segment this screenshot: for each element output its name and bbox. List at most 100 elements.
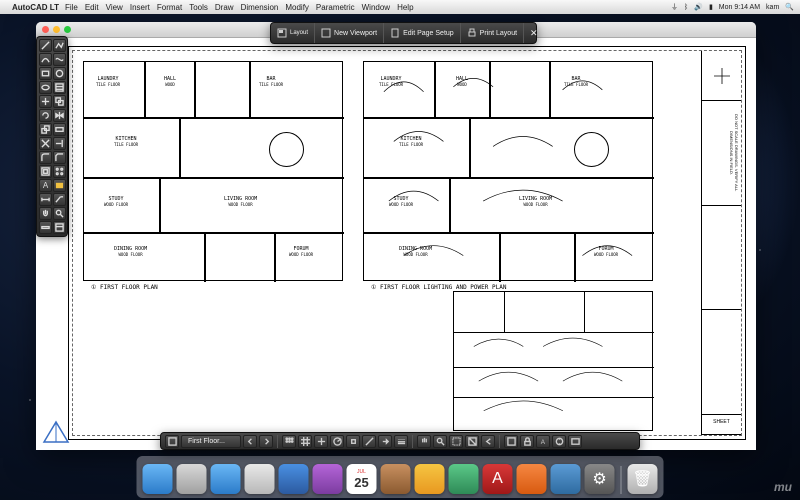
tool-arc[interactable] bbox=[39, 53, 52, 66]
layout-next[interactable] bbox=[259, 435, 273, 448]
tool-pan[interactable] bbox=[39, 207, 52, 220]
dock-finder[interactable] bbox=[143, 464, 173, 494]
room-study-floor: WOOD FLOOR bbox=[104, 203, 128, 207]
dock-appstore[interactable] bbox=[279, 464, 309, 494]
tool-trim[interactable] bbox=[39, 137, 52, 150]
lineweight-toggle[interactable] bbox=[394, 435, 408, 448]
layout-toolbar-label[interactable]: Layout bbox=[271, 23, 315, 43]
dock-pages[interactable] bbox=[517, 464, 547, 494]
dock-separator bbox=[621, 466, 622, 494]
tool-ellipse[interactable] bbox=[39, 81, 52, 94]
tool-polyline[interactable] bbox=[53, 39, 66, 52]
dock-contacts[interactable] bbox=[381, 464, 411, 494]
lock-viewport[interactable] bbox=[520, 435, 534, 448]
spotlight-icon[interactable]: 🔍 bbox=[785, 3, 794, 11]
menu-help[interactable]: Help bbox=[397, 3, 413, 12]
dock-mail[interactable] bbox=[245, 464, 275, 494]
otrack-toggle[interactable] bbox=[362, 435, 376, 448]
zoom-extents[interactable] bbox=[465, 435, 479, 448]
pan-tool[interactable] bbox=[417, 435, 431, 448]
new-viewport-button[interactable]: New Viewport bbox=[315, 23, 384, 43]
tool-fillet[interactable] bbox=[39, 151, 52, 164]
battery-icon[interactable]: ▮ bbox=[709, 3, 713, 11]
tool-mtext[interactable] bbox=[53, 179, 66, 192]
tool-circle[interactable] bbox=[53, 67, 66, 80]
room2-kitchen-floor: TILE FLOOR bbox=[399, 143, 423, 147]
snap-toggle[interactable] bbox=[282, 435, 296, 448]
menu-modify[interactable]: Modify bbox=[285, 3, 309, 12]
menu-insert[interactable]: Insert bbox=[130, 3, 150, 12]
menu-edit[interactable]: Edit bbox=[85, 3, 99, 12]
tool-dimension[interactable] bbox=[39, 193, 52, 206]
tool-copy[interactable] bbox=[53, 95, 66, 108]
menu-parametric[interactable]: Parametric bbox=[316, 3, 355, 12]
menu-dimension[interactable]: Dimension bbox=[241, 3, 279, 12]
tool-measure[interactable] bbox=[39, 221, 52, 234]
tool-palette[interactable]: A bbox=[36, 36, 68, 237]
drawing-canvas[interactable]: LAUNDRYTILE FLOOR HALLWOOD BARTILE FLOOR… bbox=[36, 38, 756, 450]
tool-zoom[interactable] bbox=[53, 207, 66, 220]
tool-properties[interactable] bbox=[53, 221, 66, 234]
bluetooth-icon[interactable]: ᛒ bbox=[684, 4, 688, 11]
annotation-scale[interactable]: A bbox=[536, 435, 550, 448]
dock-trash[interactable]: 🗑 bbox=[628, 464, 658, 494]
tool-offset[interactable] bbox=[39, 165, 52, 178]
volume-icon[interactable]: 🔊 bbox=[694, 3, 703, 11]
menu-window[interactable]: Window bbox=[362, 3, 390, 12]
tool-extend[interactable] bbox=[53, 137, 66, 150]
wifi-icon[interactable]: ⏚ bbox=[671, 2, 678, 12]
tool-text[interactable]: A bbox=[39, 179, 52, 192]
tool-move[interactable] bbox=[39, 95, 52, 108]
tool-rectangle[interactable] bbox=[39, 67, 52, 80]
model-paper-toggle[interactable] bbox=[165, 435, 179, 448]
tool-array[interactable] bbox=[53, 165, 66, 178]
layout-selector[interactable]: First Floor... bbox=[181, 435, 241, 448]
workspace-switch[interactable] bbox=[552, 435, 566, 448]
dock-calendar[interactable]: JUL25 bbox=[347, 464, 377, 494]
app-name[interactable]: AutoCAD LT bbox=[12, 3, 59, 12]
dock-launchpad[interactable] bbox=[177, 464, 207, 494]
tool-stretch[interactable] bbox=[53, 123, 66, 136]
menu-format[interactable]: Format bbox=[157, 3, 182, 12]
edit-page-setup-button[interactable]: Edit Page Setup bbox=[384, 23, 461, 43]
menu-tools[interactable]: Tools bbox=[189, 3, 208, 12]
layout-toolbar-close[interactable]: ✕ bbox=[524, 23, 536, 43]
menu-view[interactable]: View bbox=[106, 3, 123, 12]
print-layout-button[interactable]: Print Layout bbox=[461, 23, 524, 43]
menu-file[interactable]: File bbox=[65, 3, 78, 12]
polar-toggle[interactable] bbox=[330, 435, 344, 448]
menu-draw[interactable]: Draw bbox=[215, 3, 234, 12]
tool-spline[interactable] bbox=[53, 53, 66, 66]
ortho-toggle[interactable] bbox=[314, 435, 328, 448]
tool-line[interactable] bbox=[39, 39, 52, 52]
dock-autocad[interactable]: A bbox=[483, 464, 513, 494]
tool-mirror[interactable] bbox=[53, 109, 66, 122]
tool-chamfer[interactable] bbox=[53, 151, 66, 164]
osnap-toggle[interactable] bbox=[346, 435, 360, 448]
dock-facetime[interactable] bbox=[449, 464, 479, 494]
dock-safari[interactable] bbox=[211, 464, 241, 494]
zoom-tool[interactable] bbox=[433, 435, 447, 448]
clean-screen[interactable] bbox=[568, 435, 582, 448]
grid-toggle[interactable] bbox=[298, 435, 312, 448]
dock-itunes[interactable] bbox=[313, 464, 343, 494]
dyn-toggle[interactable] bbox=[378, 435, 392, 448]
dock-preview[interactable] bbox=[551, 464, 581, 494]
dock-photos[interactable] bbox=[415, 464, 445, 494]
page-setup-icon bbox=[390, 28, 400, 38]
tool-hatch[interactable] bbox=[53, 81, 66, 94]
title-block-note: DO NOT SCALE DRAWINGS. VERIFY ALL DIMENS… bbox=[702, 101, 741, 206]
floor-plan-2-electrical: LAUNDRYTILE FLOOR HALLWOOD BARTILE FLOOR… bbox=[363, 61, 653, 281]
plan2-title: ① FIRST FLOOR LIGHTING AND POWER PLAN bbox=[371, 284, 506, 291]
zoom-window[interactable] bbox=[449, 435, 463, 448]
tool-scale[interactable] bbox=[39, 123, 52, 136]
user-menu[interactable]: kam bbox=[766, 4, 779, 11]
clock[interactable]: Mon 9:14 AM bbox=[719, 4, 760, 11]
layout-prev[interactable] bbox=[243, 435, 257, 448]
tool-leader[interactable] bbox=[53, 193, 66, 206]
maximize-viewport[interactable] bbox=[504, 435, 518, 448]
layout-toolbar[interactable]: Layout New Viewport Edit Page Setup Prin… bbox=[270, 22, 537, 44]
tool-rotate[interactable] bbox=[39, 109, 52, 122]
dock-settings[interactable]: ⚙ bbox=[585, 464, 615, 494]
zoom-previous[interactable] bbox=[481, 435, 495, 448]
